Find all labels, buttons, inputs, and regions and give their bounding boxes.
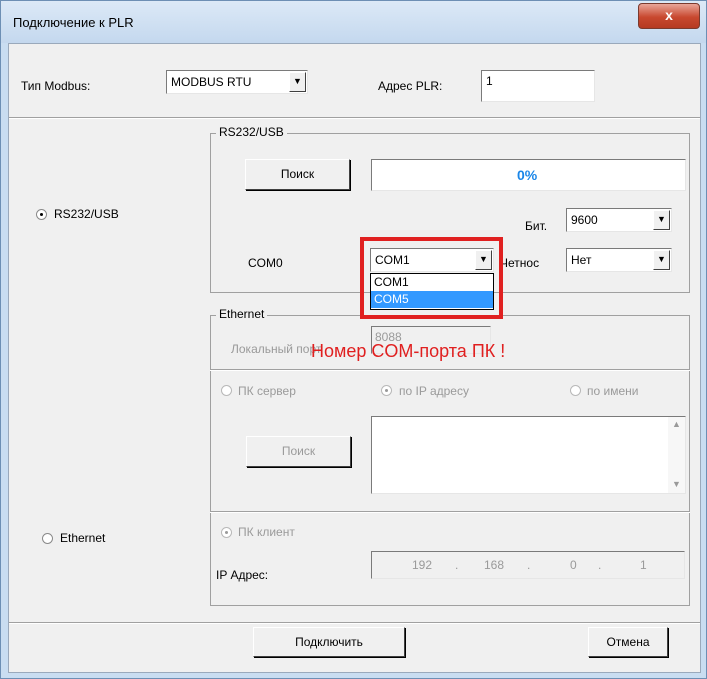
connect-label: Подключить: [295, 635, 363, 649]
ethernet-radio-label: Ethernet: [60, 531, 106, 545]
chevron-down-icon[interactable]: ▼: [289, 72, 306, 92]
pc-server-radio[interactable]: [221, 385, 232, 396]
pc-server-label: ПК сервер: [238, 384, 296, 398]
baud-value: 9600: [571, 213, 598, 227]
baud-label: Бит.: [525, 219, 548, 233]
ip-address-label: IP Адрес:: [216, 568, 269, 582]
chevron-down-icon[interactable]: ▼: [653, 210, 670, 230]
plr-address-value: 1: [486, 74, 493, 88]
close-icon: x: [665, 7, 673, 23]
rs232-group-title: RS232/USB: [216, 125, 287, 139]
annotation-text: Номер COM-порта ПК !: [311, 341, 506, 361]
close-button[interactable]: x: [638, 3, 700, 29]
ethernet-search-button[interactable]: Поиск: [246, 436, 351, 467]
scroll-up-icon[interactable]: ▲: [672, 419, 681, 429]
ethernet-results-list[interactable]: ▲ ▼: [371, 416, 686, 494]
ip-dot: .: [598, 558, 602, 572]
pc-client-label: ПК клиент: [238, 525, 295, 539]
ip-dot: .: [527, 558, 531, 572]
ethernet-radio[interactable]: [42, 533, 53, 544]
by-name-label: по имени: [587, 384, 639, 398]
footer-divider: [9, 622, 700, 624]
rs232-search-button[interactable]: Поиск: [245, 159, 350, 190]
results-scrollbar[interactable]: ▲ ▼: [668, 417, 685, 493]
parity-label: Четнос: [500, 256, 540, 270]
ip-octet-1: 192: [412, 558, 433, 572]
pc-client-radio[interactable]: [221, 527, 232, 538]
rs232-radio[interactable]: [36, 209, 47, 220]
ethernet-search-label: Поиск: [281, 444, 316, 458]
ip-octet-4: 1: [640, 558, 647, 572]
local-port-label: Локальный порт: [231, 342, 322, 356]
connect-button[interactable]: Подключить: [253, 627, 405, 657]
com-label: COM0: [248, 256, 283, 270]
chevron-down-icon[interactable]: ▼: [653, 250, 670, 270]
ip-dot: .: [455, 558, 459, 572]
modbus-type-select[interactable]: MODBUS RTU ▼: [166, 70, 308, 94]
search-progress-bar: 0%: [371, 159, 686, 191]
cancel-label: Отмена: [606, 635, 650, 649]
baud-select[interactable]: 9600 ▼: [566, 208, 672, 232]
ip-octet-2: 168: [484, 558, 505, 572]
ip-octet-3: 0: [570, 558, 577, 572]
rs232-search-label: Поиск: [280, 167, 315, 181]
plr-address-input[interactable]: 1: [481, 70, 595, 102]
top-divider: [9, 117, 700, 119]
window-title: Подключение к PLR: [13, 15, 134, 30]
scroll-down-icon[interactable]: ▼: [672, 479, 681, 489]
modbus-type-value: MODBUS RTU: [171, 75, 252, 89]
ethernet-divider-1: [210, 369, 690, 371]
modbus-type-label: Тип Modbus:: [21, 79, 91, 93]
rs232-radio-label: RS232/USB: [54, 207, 119, 221]
parity-select[interactable]: Нет ▼: [566, 248, 672, 272]
annotation-highlight-box: [360, 237, 503, 319]
search-progress-text: 0%: [517, 167, 538, 183]
by-ip-radio[interactable]: [381, 385, 392, 396]
dialog-client: Тип Modbus: MODBUS RTU ▼ Адрес PLR: 1 RS…: [8, 43, 701, 673]
ip-address-input[interactable]: 192 . 168 . 0 . 1: [371, 551, 685, 579]
plr-address-label: Адрес PLR:: [378, 79, 443, 93]
dialog-window: Подключение к PLR x Тип Modbus: MODBUS R…: [0, 0, 707, 679]
by-name-radio[interactable]: [570, 385, 581, 396]
title-bar[interactable]: Подключение к PLR x: [1, 1, 706, 43]
cancel-button[interactable]: Отмена: [588, 627, 668, 657]
parity-value: Нет: [571, 253, 592, 267]
ethernet-group-title: Ethernet: [216, 307, 268, 321]
ethernet-divider-2: [210, 511, 690, 513]
by-ip-label: по IP адресу: [399, 384, 469, 398]
